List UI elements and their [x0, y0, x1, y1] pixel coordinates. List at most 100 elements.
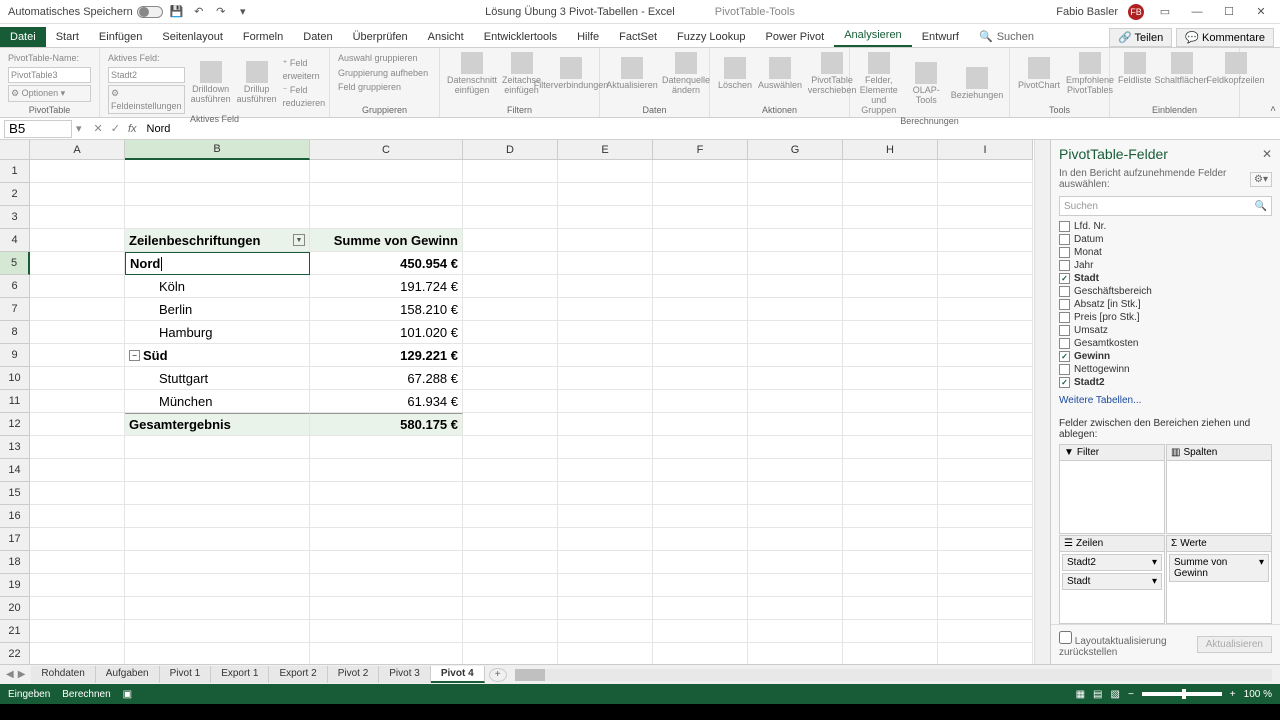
- cell-D17[interactable]: [463, 528, 558, 551]
- values-area[interactable]: ΣWerte Summe von Gewinn▾: [1166, 535, 1272, 625]
- cell-A18[interactable]: [30, 551, 125, 574]
- cell-I11[interactable]: [938, 390, 1033, 413]
- vertical-scrollbar[interactable]: [1034, 140, 1050, 664]
- row-header-7[interactable]: 7: [0, 298, 30, 321]
- cell-I18[interactable]: [938, 551, 1033, 574]
- column-header-C[interactable]: C: [310, 140, 463, 160]
- view-page-icon[interactable]: ▤: [1093, 689, 1102, 700]
- cell-D7[interactable]: [463, 298, 558, 321]
- row-header-21[interactable]: 21: [0, 620, 30, 643]
- ungroup-button[interactable]: Gruppierung aufheben: [338, 67, 431, 80]
- cell-D2[interactable]: [463, 183, 558, 206]
- cell-A17[interactable]: [30, 528, 125, 551]
- cell-E1[interactable]: [558, 160, 653, 183]
- cell-E22[interactable]: [558, 643, 653, 664]
- row-header-20[interactable]: 20: [0, 597, 30, 620]
- cell-C22[interactable]: [310, 643, 463, 664]
- worksheet-grid[interactable]: ABCDEFGHI 123456789101112131415161718192…: [0, 140, 1050, 664]
- cell-F12[interactable]: [653, 413, 748, 436]
- cell-E17[interactable]: [558, 528, 653, 551]
- tab-daten[interactable]: Daten: [293, 27, 342, 47]
- buttons-button[interactable]: Schaltflächen: [1158, 52, 1206, 86]
- drillup-button[interactable]: Drillup ausführen: [237, 61, 277, 105]
- cell-F20[interactable]: [653, 597, 748, 620]
- cell-B7[interactable]: Berlin: [125, 298, 310, 321]
- cell-G15[interactable]: [748, 482, 843, 505]
- cell-A8[interactable]: [30, 321, 125, 344]
- close-icon[interactable]: ✕: [1250, 1, 1272, 23]
- cell-F11[interactable]: [653, 390, 748, 413]
- cell-E21[interactable]: [558, 620, 653, 643]
- cell-B2[interactable]: [125, 183, 310, 206]
- sheet-tab-rohdaten[interactable]: Rohdaten: [31, 666, 95, 683]
- cell-A16[interactable]: [30, 505, 125, 528]
- collapse-group-icon[interactable]: −: [129, 350, 140, 361]
- cell-D10[interactable]: [463, 367, 558, 390]
- row-header-9[interactable]: 9: [0, 344, 30, 367]
- group-field-button[interactable]: Feld gruppieren: [338, 81, 431, 94]
- tab-einfügen[interactable]: Einfügen: [89, 27, 152, 47]
- cell-H3[interactable]: [843, 206, 938, 229]
- row-header-12[interactable]: 12: [0, 413, 30, 436]
- share-button[interactable]: 🔗 Teilen: [1109, 28, 1172, 47]
- cell-H2[interactable]: [843, 183, 938, 206]
- tab-entwurf[interactable]: Entwurf: [912, 27, 969, 47]
- field-stadt[interactable]: ✓Stadt: [1059, 272, 1272, 285]
- cell-B15[interactable]: [125, 482, 310, 505]
- zoom-slider[interactable]: [1142, 692, 1222, 696]
- filter-area[interactable]: ▼Filter: [1059, 444, 1165, 534]
- row-header-4[interactable]: 4: [0, 229, 30, 252]
- cell-C10[interactable]: 67.288 €: [310, 367, 463, 390]
- tab-entwicklertools[interactable]: Entwicklertools: [474, 27, 567, 47]
- cell-A15[interactable]: [30, 482, 125, 505]
- cell-I10[interactable]: [938, 367, 1033, 390]
- sheet-nav-next-icon[interactable]: ▶: [18, 669, 26, 680]
- cell-D16[interactable]: [463, 505, 558, 528]
- columns-area[interactable]: ▥Spalten: [1166, 444, 1272, 534]
- cell-F7[interactable]: [653, 298, 748, 321]
- cell-I14[interactable]: [938, 459, 1033, 482]
- cell-F6[interactable]: [653, 275, 748, 298]
- cell-F14[interactable]: [653, 459, 748, 482]
- cell-F21[interactable]: [653, 620, 748, 643]
- insert-slicer-button[interactable]: Datenschnitt einfügen: [448, 52, 496, 96]
- cell-B1[interactable]: [125, 160, 310, 183]
- cell-A3[interactable]: [30, 206, 125, 229]
- cell-C20[interactable]: [310, 597, 463, 620]
- select-all-button[interactable]: [0, 140, 30, 160]
- cell-I12[interactable]: [938, 413, 1033, 436]
- column-header-E[interactable]: E: [558, 140, 653, 160]
- cell-B10[interactable]: Stuttgart: [125, 367, 310, 390]
- row-labels-filter-icon[interactable]: ▼: [293, 234, 305, 246]
- tab-hilfe[interactable]: Hilfe: [567, 27, 609, 47]
- cell-B20[interactable]: [125, 597, 310, 620]
- cell-E19[interactable]: [558, 574, 653, 597]
- row-header-6[interactable]: 6: [0, 275, 30, 298]
- cell-E3[interactable]: [558, 206, 653, 229]
- fields-items-sets-button[interactable]: Felder, Elemente und Gruppen: [858, 52, 900, 116]
- relationships-button[interactable]: Beziehungen: [953, 67, 1001, 101]
- column-header-A[interactable]: A: [30, 140, 125, 160]
- field-monat[interactable]: Monat: [1059, 246, 1272, 259]
- cell-B12[interactable]: Gesamtergebnis: [125, 413, 310, 436]
- cell-G11[interactable]: [748, 390, 843, 413]
- expand-field-button[interactable]: ⁺ Feld erweitern: [283, 57, 326, 82]
- cell-F13[interactable]: [653, 436, 748, 459]
- cell-G19[interactable]: [748, 574, 843, 597]
- cell-I16[interactable]: [938, 505, 1033, 528]
- cell-B21[interactable]: [125, 620, 310, 643]
- cell-C15[interactable]: [310, 482, 463, 505]
- cell-H6[interactable]: [843, 275, 938, 298]
- tab-factset[interactable]: FactSet: [609, 27, 667, 47]
- cell-F19[interactable]: [653, 574, 748, 597]
- cell-C11[interactable]: 61.934 €: [310, 390, 463, 413]
- cell-C8[interactable]: 101.020 €: [310, 321, 463, 344]
- cell-B18[interactable]: [125, 551, 310, 574]
- cell-G4[interactable]: [748, 229, 843, 252]
- cell-I19[interactable]: [938, 574, 1033, 597]
- cell-C5[interactable]: 450.954 €: [310, 252, 463, 275]
- rows-item[interactable]: Stadt▾: [1062, 573, 1162, 590]
- cell-C9[interactable]: 129.221 €: [310, 344, 463, 367]
- row-header-3[interactable]: 3: [0, 206, 30, 229]
- cell-I8[interactable]: [938, 321, 1033, 344]
